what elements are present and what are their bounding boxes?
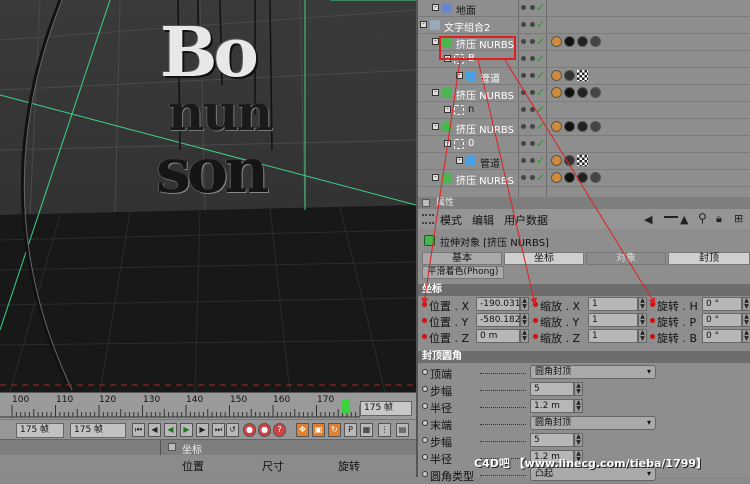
watermark-text: C4D吧 【www.linecg.com/tieba/1799】 (474, 457, 708, 470)
arrow-to-rotation (504, 59, 656, 305)
annotation-arrows (421, 59, 656, 305)
arrow-to-position (421, 59, 461, 305)
arrow-to-scale (477, 59, 538, 305)
